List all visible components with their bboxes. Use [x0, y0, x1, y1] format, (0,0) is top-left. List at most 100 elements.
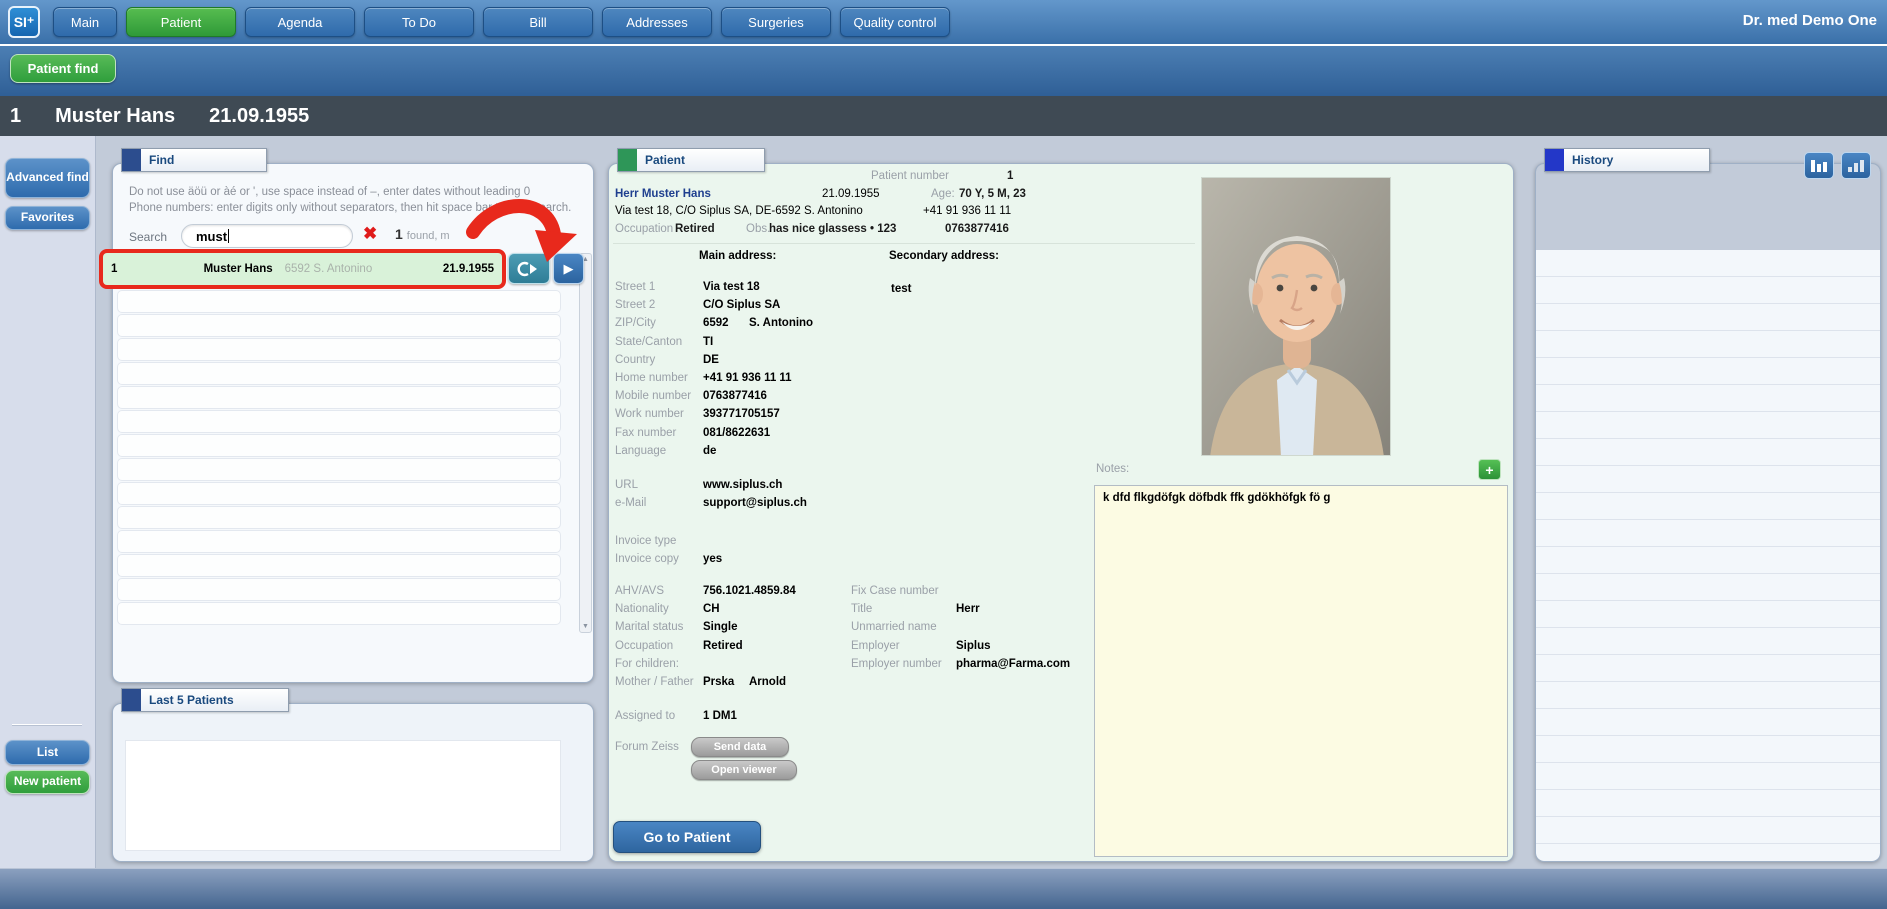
assigned-label: Assigned to — [615, 710, 676, 722]
field-text: 0763877416 — [703, 390, 767, 403]
patient-summary: Patient number 1 Herr Muster Hans 21.09.… — [609, 170, 1199, 242]
app-logo-icon[interactable]: SI⁺ — [8, 6, 40, 38]
favorites-button[interactable]: Favorites — [5, 206, 90, 230]
open-and-go-button[interactable] — [508, 253, 550, 284]
bar-chart-rising-icon — [1848, 159, 1864, 172]
field-text: Herr — [956, 603, 980, 616]
list-button[interactable]: List — [5, 740, 90, 765]
age-label: Age: — [931, 187, 955, 200]
patient-panel-tab[interactable]: Patient — [617, 148, 765, 172]
field-text: Unmarried name — [851, 621, 937, 634]
field-text: pharma@Farma.com — [956, 657, 1071, 670]
field-row: Occupation Retired Siplus Employer — [609, 640, 1079, 658]
empty-result-row — [117, 434, 561, 457]
field-row: State/Canton TI — [609, 336, 1079, 354]
notes-textarea[interactable]: k dfd flkgdöfgk döfbdk ffk gdökhöfgk fö … — [1094, 485, 1508, 857]
title-patient-name: Muster Hans — [55, 104, 176, 127]
empty-result-row — [117, 410, 561, 433]
text-caret — [228, 229, 230, 243]
field-row: Invoice type — [609, 535, 1079, 553]
field-row: Invoice copy yes — [609, 553, 1079, 571]
assigned-value: 1 DM1 — [703, 710, 737, 722]
field-row: For children: pharma@Farma.com Employer nu… — [609, 658, 1079, 676]
title-patient-dob: 21.09.1955 — [209, 104, 310, 127]
go-to-result-button[interactable]: ▶ — [553, 253, 584, 284]
history-chart-button[interactable] — [1804, 152, 1834, 179]
field-text: Single — [703, 621, 738, 634]
find-panel-tab[interactable]: Find — [121, 148, 267, 172]
last5-list-area — [125, 740, 561, 851]
field-row: e-Mail support@siplus.ch — [609, 497, 1079, 515]
field-row: Marital status Single Unmarried name — [609, 621, 1079, 639]
open-viewer-button[interactable]: Open viewer — [691, 760, 797, 780]
field-text: ZIP/City — [615, 317, 656, 330]
title-patient-number: 1 — [10, 104, 22, 127]
search-label: Search — [129, 230, 168, 244]
invoice-fields: Invoice type Invoice copy yes — [609, 535, 1079, 571]
result-dob: 21.9.1955 — [442, 263, 494, 275]
search-input[interactable]: must — [181, 224, 353, 248]
field-text: Title — [851, 603, 873, 616]
last5-panel: Last 5 Patients — [112, 688, 594, 862]
obs-value: has nice glassess • 123 — [769, 222, 897, 235]
send-data-button[interactable]: Send data — [691, 737, 789, 757]
go-to-patient-button[interactable]: Go to Patient — [613, 821, 761, 853]
field-text: www.siplus.ch — [703, 479, 783, 491]
clear-search-icon[interactable]: ✖ — [363, 224, 377, 244]
history-panel-tab[interactable]: History — [1544, 148, 1710, 172]
result-index: 1 — [111, 263, 118, 275]
field-text: S. Antonino — [749, 317, 814, 330]
left-sidebar: Advanced find Favorites List New patient — [0, 136, 96, 868]
field-text: Work number — [615, 408, 684, 421]
field-text: Nationality — [615, 603, 669, 616]
history-tab-chip — [1545, 149, 1564, 171]
last5-panel-tab[interactable]: Last 5 Patients — [121, 688, 289, 712]
empty-result-row — [117, 290, 561, 313]
field-text: de — [703, 444, 717, 457]
new-patient-button[interactable]: New patient — [5, 770, 90, 794]
field-text: Occupation — [615, 639, 674, 652]
field-text: +41 91 936 11 11 — [703, 371, 792, 384]
field-text: yes — [703, 553, 723, 566]
refresh-play-icon — [517, 261, 537, 276]
patient-address-line: Via test 18, C/O Siplus SA, DE-6592 S. A… — [615, 205, 863, 217]
nav-tab-to-do[interactable]: To Do — [364, 7, 474, 37]
field-text: C/O Siplus SA — [703, 299, 781, 312]
summary-divider — [613, 243, 1195, 244]
sidebar-divider — [12, 724, 82, 726]
nav-tab-patient[interactable]: Patient — [126, 7, 236, 37]
patient-panel: Patient Patient number 1 Herr Muster Han… — [608, 148, 1514, 862]
empty-result-row — [117, 530, 561, 553]
history-stats-button[interactable] — [1841, 152, 1871, 179]
field-text: 6592 — [703, 317, 729, 330]
field-text: 081/8622631 — [703, 426, 771, 439]
nav-tab-addresses[interactable]: Addresses — [602, 7, 712, 37]
nav-tab-bill[interactable]: Bill — [483, 7, 593, 37]
nav-tab-main[interactable]: Main — [53, 7, 117, 37]
nav-tab-agenda[interactable]: Agenda — [245, 7, 355, 37]
empty-result-row — [117, 314, 561, 337]
field-row: Street 1 Via test 18 — [609, 281, 1079, 299]
result-list-scrollbar[interactable]: ▲ ▼ — [579, 253, 592, 633]
occupation-value: Retired — [675, 222, 715, 235]
forum-zeiss-label: Forum Zeiss — [615, 741, 679, 753]
patient-name-link[interactable]: Herr Muster Hans — [615, 188, 711, 200]
find-tab-chip — [122, 149, 141, 171]
patient-find-button[interactable]: Patient find — [10, 54, 116, 83]
advanced-find-button[interactable]: Advanced find — [5, 158, 90, 198]
empty-result-row — [117, 458, 561, 481]
field-row: Mobile number 0763877416 — [609, 390, 1079, 408]
obs-label: Obs. — [746, 222, 771, 235]
field-text: Street 2 — [615, 299, 656, 312]
field-row: Fax number 081/8622631 — [609, 427, 1079, 445]
field-text: Home number — [615, 371, 688, 384]
nav-tab-surgeries[interactable]: Surgeries — [721, 7, 831, 37]
field-text: CH — [703, 603, 720, 616]
field-text: Mother / Father — [615, 675, 694, 688]
search-result-row[interactable]: 1 Muster Hans 6592 S. Antonino 21.9.1955 — [99, 249, 506, 289]
add-note-button[interactable]: + — [1478, 459, 1501, 480]
app-window: SI⁺ Main Patient Agenda To Do Bill Addresses S… — [0, 0, 1887, 909]
occupation-label: Occupation — [615, 222, 674, 235]
nav-tab-quality-control[interactable]: Quality control — [840, 7, 950, 37]
scroll-down-icon[interactable]: ▼ — [582, 623, 589, 630]
